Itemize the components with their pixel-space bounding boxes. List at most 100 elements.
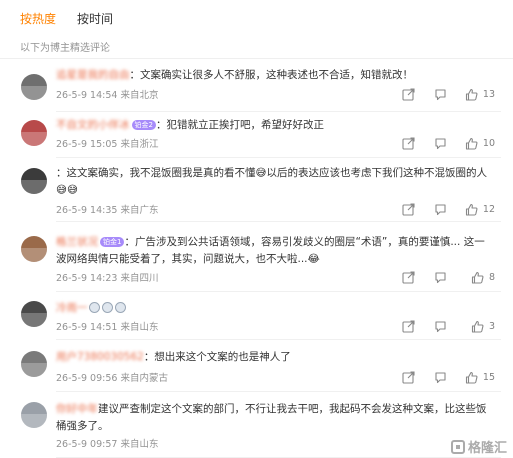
comment-text: ：犯错就立正挨打吧，希望好好改正	[155, 119, 324, 131]
comment-text: ：这文案确实，我不混饭圈我是真的看不懂😅以后的表达应该也考虑下我们这种不混饭圈的…	[56, 167, 487, 196]
like-icon	[465, 203, 478, 216]
like-count: 10	[482, 137, 495, 149]
avatar[interactable]	[21, 74, 47, 100]
comment-time: 26-5-9 15:05	[56, 139, 118, 150]
like-button[interactable]: 12	[465, 202, 495, 216]
comment-location: 来自内蒙古	[120, 373, 168, 384]
like-icon	[465, 88, 478, 101]
comment-location: 来自浙江	[120, 139, 159, 150]
avatar-shade	[21, 362, 47, 377]
like-count: 8	[488, 271, 495, 283]
tab-by-hot[interactable]: 按热度	[20, 11, 56, 27]
avatar-shade	[21, 247, 47, 262]
avatar[interactable]	[21, 236, 47, 262]
comment-icon[interactable]	[434, 87, 447, 101]
username-link[interactable]: 用户7380030562	[56, 351, 144, 363]
like-button[interactable]: 15	[465, 370, 495, 384]
like-button[interactable]: 13	[465, 87, 495, 101]
like-count: 3	[488, 320, 495, 332]
like-icon	[471, 320, 484, 333]
comment-meta: 26-5-9 14:54 来自北京	[56, 87, 158, 101]
comment-text: ：文案确实让很多人不舒服，这种表述也不合适，知错就改！	[129, 69, 414, 81]
like-icon	[471, 271, 484, 284]
watermark: 格隆汇	[450, 437, 507, 456]
comment-item: 冷雨一 26-5-9 14:51 来自山东 3	[0, 292, 513, 340]
comment-actions: 13	[385, 87, 495, 101]
comment-body: 格兰状况 铂金1 ：广告涉及到公共话语领域，容易引发歧义的圈层“术语”，真的要谨慎.…	[56, 234, 495, 268]
like-button[interactable]: 3	[471, 319, 495, 333]
fan-level-badge: 铂金1	[100, 237, 125, 247]
comment-time: 26-5-9 14:54	[56, 90, 118, 101]
emoji-icon	[88, 302, 100, 313]
like-icon	[465, 371, 478, 384]
like-icon	[465, 137, 478, 150]
comment-actions: 8	[385, 270, 495, 284]
comment-icon[interactable]	[434, 270, 447, 284]
emoji-icon	[114, 302, 126, 313]
avatar-shade	[21, 179, 47, 194]
share-icon[interactable]	[402, 87, 415, 101]
comment-body: 用户7380030562：想出来这个文案的也是神人了	[56, 349, 495, 366]
comment-icon[interactable]	[434, 136, 447, 150]
comment-body: 你好中年建议严查制定这个文案的部门，不行让我去干吧，我起码不会发这种文案，比这些…	[56, 401, 495, 435]
comment-icon[interactable]	[434, 202, 447, 216]
comment-item: 追星是我的自由：文案确实让很多人不舒服，这种表述也不合适，知错就改！ 26-5-9…	[0, 60, 513, 112]
comment-item: 格兰状况 铂金1 ：广告涉及到公共话语领域，容易引发歧义的圈层“术语”，真的要谨慎.…	[0, 222, 513, 292]
avatar[interactable]	[21, 120, 47, 146]
comment-meta: 26-5-9 14:23 来自四川	[56, 270, 158, 284]
comment-icon[interactable]	[434, 370, 447, 384]
avatar[interactable]	[21, 168, 47, 194]
comment-location: 来自广东	[120, 205, 159, 216]
like-button[interactable]: 10	[465, 136, 495, 150]
comment-location: 来自山东	[120, 439, 159, 450]
emoji-icon	[101, 302, 113, 313]
username-link[interactable]: 格兰状况	[56, 236, 98, 248]
comment-body: 不自文的小伴冰 铂金2 ：犯错就立正挨打吧，希望好好改正	[56, 117, 495, 134]
comment-item: 用户7380030562：想出来这个文案的也是神人了 26-5-9 09:56 来…	[0, 340, 513, 392]
avatar[interactable]	[21, 351, 47, 377]
avatar-shade	[21, 413, 47, 428]
comment-actions: 3	[385, 319, 495, 333]
tab-by-time[interactable]: 按时间	[77, 11, 113, 27]
comment-body: ：这文案确实，我不混饭圈我是真的看不懂😅以后的表达应该也考虑下我们这种不混饭圈的…	[56, 165, 495, 199]
avatar[interactable]	[21, 402, 47, 428]
share-icon[interactable]	[402, 319, 415, 333]
username-link[interactable]: 不自文的小伴冰	[56, 119, 130, 131]
comment-location: 来自山东	[120, 322, 159, 333]
comment-meta: 26-5-9 14:51 来自山东	[56, 319, 158, 333]
comment-actions: 10	[385, 136, 495, 150]
fan-level-badge: 铂金2	[131, 120, 156, 130]
share-icon[interactable]	[402, 136, 415, 150]
like-button[interactable]: 8	[471, 270, 495, 284]
comment-body: 追星是我的自由：文案确实让很多人不舒服，这种表述也不合适，知错就改！	[56, 67, 495, 84]
like-count: 15	[482, 371, 495, 383]
comment-text: 建议严查制定这个文案的部门，不行让我去干吧，我起码不会发这种文案，比这些饭桶强多…	[56, 403, 487, 432]
comment-time: 26-5-9 14:51	[56, 322, 118, 333]
comment-time: 26-5-9 14:23	[56, 273, 118, 284]
comment-meta: 26-5-9 15:05 来自浙江	[56, 136, 158, 150]
username-link[interactable]: 你好中年	[56, 403, 98, 415]
comment-time: 26-5-9 14:35	[56, 205, 118, 216]
comment-icon[interactable]	[434, 319, 447, 333]
comment-location: 来自北京	[120, 90, 159, 101]
comment-meta: 26-5-9 14:35 来自广东	[56, 202, 158, 216]
comment-location: 来自四川	[120, 273, 159, 284]
comment-time: 26-5-9 09:56	[56, 373, 118, 384]
avatar[interactable]	[21, 301, 47, 327]
like-count: 12	[482, 203, 495, 215]
comment-meta: 26-5-9 09:57 来自山东	[56, 436, 158, 450]
avatar-shade	[21, 131, 47, 146]
comment-item: ：这文案确实，我不混饭圈我是真的看不懂😅以后的表达应该也考虑下我们这种不混饭圈的…	[0, 158, 513, 222]
share-icon[interactable]	[402, 270, 415, 284]
comment-item: 不自文的小伴冰 铂金2 ：犯错就立正挨打吧，希望好好改正 26-5-9 15:05 来…	[0, 112, 513, 158]
comment-actions: 15	[385, 370, 495, 384]
comment-meta: 26-5-9 09:56 来自内蒙古	[56, 370, 168, 384]
featured-comments-caption: 以下为博主精选评论	[20, 43, 110, 54]
comment-text: ：想出来这个文案的也是神人了	[143, 351, 291, 363]
share-icon[interactable]	[402, 370, 415, 384]
comment-time: 26-5-9 09:57	[56, 439, 118, 450]
username-link[interactable]: 追星是我的自由	[56, 69, 130, 81]
username-link[interactable]: 冷雨一	[56, 302, 88, 314]
gelonghui-logo-icon	[450, 439, 465, 454]
share-icon[interactable]	[402, 202, 415, 216]
